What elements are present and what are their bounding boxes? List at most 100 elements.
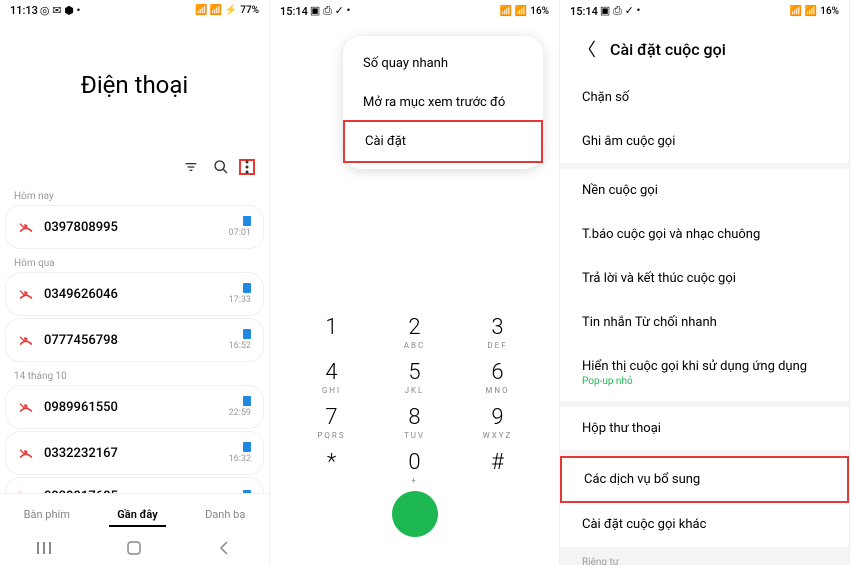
key-letters: WXYZ <box>468 431 528 440</box>
setting-other-call[interactable]: Cài đặt cuộc gọi khác <box>560 503 849 547</box>
keypad-key-9[interactable]: 9WXYZ <box>468 407 528 440</box>
key-letters: PQRS <box>302 431 362 440</box>
setting-supplementary-services[interactable]: Các dịch vụ bổ sung <box>560 456 849 503</box>
keypad-key-1[interactable]: 1 <box>302 317 362 350</box>
more-icon[interactable] <box>239 159 255 175</box>
status-time: 15:14 <box>570 5 598 18</box>
key-letters: + <box>385 476 445 485</box>
status-icons: ◎ ✉ ⬢ • <box>40 4 80 17</box>
missed-call-icon <box>18 332 34 348</box>
menu-settings[interactable]: Cài đặt <box>343 120 543 163</box>
search-icon[interactable] <box>213 159 229 175</box>
call-number: 0349626046 <box>44 287 219 302</box>
call-time: 17:33 <box>229 295 251 305</box>
key-digit: 5 <box>385 362 445 384</box>
key-letters: TUV <box>385 431 445 440</box>
call-meta: 07:01 <box>229 216 251 238</box>
call-item[interactable]: 0349626046 17:33 <box>6 273 263 315</box>
status-icons: ▣ ⎙ ✓ • <box>310 4 350 18</box>
setting-call-background[interactable]: Nền cuộc gọi <box>560 169 849 213</box>
missed-call-icon <box>18 219 34 235</box>
status-bar: 15:14 ▣ ⎙ ✓ • 📶 📶16% <box>560 0 849 22</box>
back-icon[interactable]: 〈 <box>578 36 596 62</box>
signal-icons: 📶 📶 <box>790 6 817 17</box>
call-number: 0397808995 <box>44 220 219 235</box>
call-item[interactable]: 0397808995 07:01 <box>6 206 263 248</box>
setting-alerts-ringtone[interactable]: T.báo cuộc gọi và nhạc chuông <box>560 213 849 257</box>
nav-home-icon[interactable] <box>125 539 143 557</box>
setting-quick-decline[interactable]: Tin nhắn Từ chối nhanh <box>560 301 849 345</box>
missed-call-icon <box>18 286 34 302</box>
section-label: Hôm qua <box>0 252 269 273</box>
keypad: 1 2 ABC 3DEF 4GHI 5 JKL 6MNO 7 PQRS 8TUV 9WXYZ * 0+ # <box>270 307 559 565</box>
call-meta: 16:32 <box>229 442 251 464</box>
status-time: 11:13 <box>10 4 38 17</box>
key-letters: ABC <box>385 341 445 350</box>
tab-contacts[interactable]: Danh bạ <box>197 504 253 527</box>
menu-open-last[interactable]: Mở ra mục xem trước đó <box>343 83 543 122</box>
key-digit: 2 <box>385 317 445 339</box>
keypad-key-5[interactable]: 5 JKL <box>385 362 445 395</box>
signal-icons: 📶 📶 ⚡ <box>195 5 237 16</box>
call-meta: 16:52 <box>229 329 251 351</box>
battery-level: 16% <box>820 6 839 17</box>
keypad-key-0[interactable]: 0+ <box>385 452 445 485</box>
keypad-key-#[interactable]: # <box>468 452 528 485</box>
setting-call-display-label: Hiển thị cuộc gọi khi sử dụng ứng dụng <box>582 359 827 374</box>
call-item[interactable]: 0777456798 16:52 <box>6 319 263 361</box>
setting-voicemail[interactable]: Hộp thư thoại <box>560 407 849 456</box>
key-letters: DEF <box>468 341 528 350</box>
call-time: 16:32 <box>229 454 251 464</box>
call-number: 0332232167 <box>44 446 219 461</box>
setting-answer-end[interactable]: Trả lời và kết thúc cuộc gọi <box>560 257 849 301</box>
status-bar: 11:13 ◎ ✉ ⬢ • 📶 📶 ⚡77% <box>0 0 269 21</box>
call-number: 0777456798 <box>44 333 219 348</box>
key-digit: # <box>468 452 528 474</box>
settings-title: Cài đặt cuộc gọi <box>610 40 726 59</box>
toolbar <box>0 159 269 185</box>
status-icons: ▣ ⎙ ✓ • <box>600 4 640 18</box>
keypad-key-4[interactable]: 4GHI <box>302 362 362 395</box>
call-number: 0989961550 <box>44 400 219 415</box>
setting-call-display-sub: Pop-up nhỏ <box>582 376 827 387</box>
keypad-key-3[interactable]: 3DEF <box>468 317 528 350</box>
menu-speed-dial[interactable]: Số quay nhanh <box>343 44 543 83</box>
sim-icon <box>243 329 251 339</box>
tab-keypad[interactable]: Bàn phím <box>16 504 78 527</box>
key-letters: JKL <box>385 386 445 395</box>
call-item[interactable]: 0332232167 16:32 <box>6 432 263 474</box>
page-title: Điện thoại <box>0 21 269 159</box>
section-privacy-label: Riêng tư <box>560 547 849 565</box>
keypad-key-7[interactable]: 7 PQRS <box>302 407 362 440</box>
keypad-key-8[interactable]: 8TUV <box>385 407 445 440</box>
call-item[interactable]: 0989961550 22:59 <box>6 386 263 428</box>
settings-header: 〈 Cài đặt cuộc gọi <box>560 22 849 76</box>
tab-recent[interactable]: Gần đây <box>109 504 165 527</box>
nav-recent-icon[interactable] <box>36 539 54 557</box>
call-meta: 22:59 <box>229 396 251 418</box>
battery-level: 77% <box>240 5 259 16</box>
key-digit: 4 <box>302 362 362 384</box>
keypad-key-6[interactable]: 6MNO <box>468 362 528 395</box>
sim-icon <box>243 283 251 293</box>
setting-call-display[interactable]: Hiển thị cuộc gọi khi sử dụng ứng dụng P… <box>560 345 849 407</box>
settings-list: Chặn số Ghi âm cuộc gọi Nền cuộc gọi T.b… <box>560 76 849 565</box>
status-bar: 15:14 ▣ ⎙ ✓ • 📶 📶16% <box>270 0 559 22</box>
key-digit: * <box>302 452 362 474</box>
sim-icon <box>243 216 251 226</box>
section-label: 14 tháng 10 <box>0 365 269 386</box>
keypad-key-2[interactable]: 2 ABC <box>385 317 445 350</box>
keypad-key-*[interactable]: * <box>302 452 362 485</box>
filter-icon[interactable] <box>183 159 199 175</box>
setting-block-numbers[interactable]: Chặn số <box>560 76 849 120</box>
call-time: 07:01 <box>229 228 251 238</box>
key-digit: 7 <box>302 407 362 429</box>
status-time: 15:14 <box>280 5 308 18</box>
call-time: 16:52 <box>229 341 251 351</box>
missed-call-icon <box>18 445 34 461</box>
signal-icons: 📶 📶 <box>500 6 527 17</box>
setting-record-calls[interactable]: Ghi âm cuộc gọi <box>560 120 849 169</box>
nav-back-icon[interactable] <box>215 539 233 557</box>
sim-icon <box>243 442 251 452</box>
call-button[interactable] <box>392 491 438 537</box>
